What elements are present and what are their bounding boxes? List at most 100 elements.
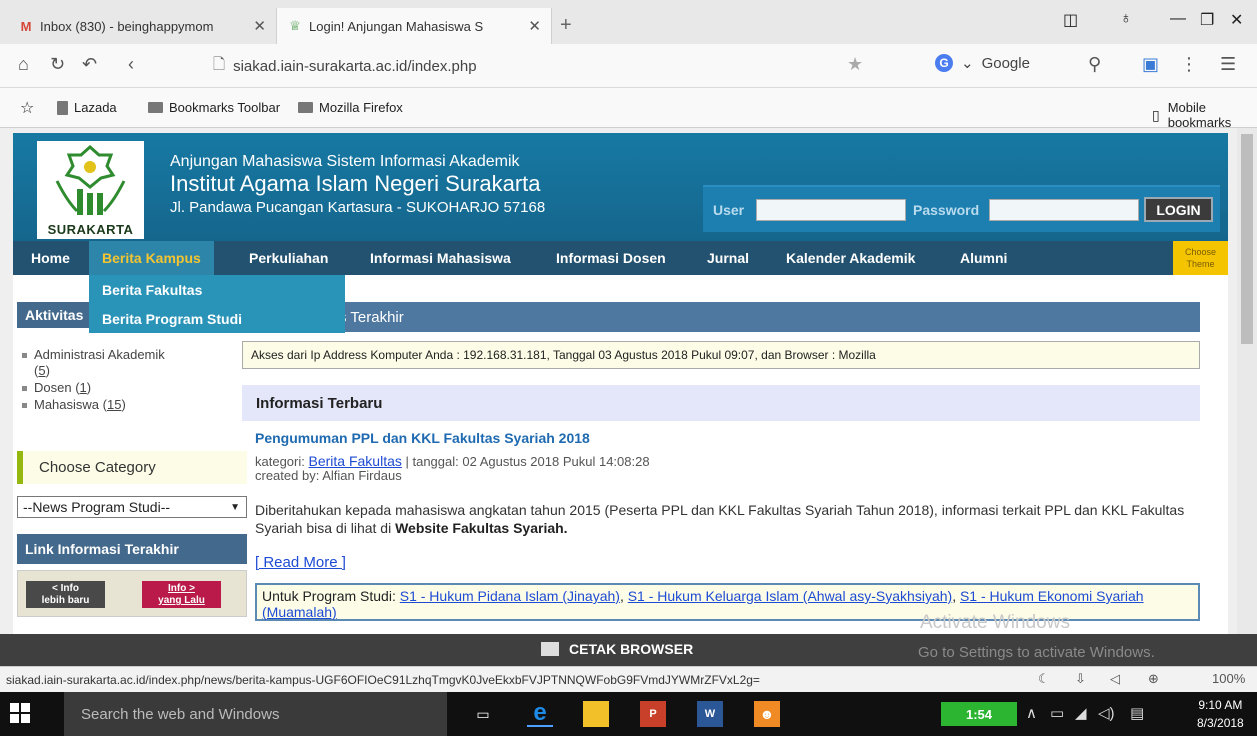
mobile-bookmarks[interactable]: ▯ Mobile bookmarks [1152, 100, 1257, 130]
bookmark-lazada[interactable]: Lazada [57, 100, 117, 115]
older-line2: yang Lalu [158, 595, 205, 606]
bookmarks-bar: ☆ Lazada Bookmarks Toolbar Mozilla Firef… [0, 88, 1257, 130]
older-info-button[interactable]: Info > yang Lalu [142, 581, 221, 608]
tab-siakad[interactable]: ♕ Login! Anjungan Mahasiswa S ✕ [276, 8, 552, 44]
bullet-icon [22, 403, 27, 408]
login-button[interactable]: LOGIN [1144, 197, 1213, 222]
dropdown-berita-program-studi[interactable]: Berita Program Studi [89, 304, 345, 333]
list-item: Dosen (1) [22, 380, 222, 396]
task-view-icon[interactable]: ▭ [470, 701, 496, 727]
password-label: Password [913, 202, 980, 218]
back-icon[interactable]: ‹ [128, 54, 134, 75]
activity-count-link[interactable]: 1 [80, 380, 87, 395]
more-icon[interactable]: ⋮ [1180, 54, 1198, 75]
list-item: Administrasi Akademik (5) [22, 347, 222, 379]
menu-alumni[interactable]: Alumni [960, 241, 1007, 275]
bookmark-star-icon[interactable]: ☆ [20, 98, 34, 118]
activity-count-link[interactable]: 15 [107, 397, 121, 412]
news-body: Diberitahukan kepada mahasiswa angkatan … [255, 501, 1200, 537]
close-tab-icon[interactable]: ✕ [253, 17, 266, 35]
page-icon: 🗋 [213, 55, 226, 73]
menu-informasi-mahasiswa[interactable]: Informasi Mahasiswa [370, 241, 511, 275]
tray-chevron-icon[interactable]: ∧ [1026, 704, 1037, 722]
new-tab-icon[interactable]: + [560, 14, 572, 37]
undo-icon[interactable]: ↶ [82, 54, 97, 75]
section-title-bar: s Terakhir [242, 302, 1200, 332]
night-mode-icon[interactable]: ☾ [1038, 671, 1050, 687]
file-explorer-icon[interactable] [583, 701, 609, 727]
activity-label: Administrasi Akademik (5) [34, 347, 165, 378]
list-item: Mahasiswa (15) [22, 397, 222, 413]
scrollbar-thumb[interactable] [1241, 134, 1253, 344]
search-engine-box[interactable]: G ⌄ Google [935, 54, 1030, 72]
powerpoint-icon[interactable]: P [640, 701, 666, 727]
user-input[interactable] [756, 199, 906, 221]
menu-icon[interactable]: ☰ [1220, 54, 1236, 75]
close-window-icon[interactable]: ✕ [1230, 10, 1243, 30]
battery-indicator[interactable]: 1:54 [941, 702, 1017, 726]
extension-box-icon[interactable]: ▣ [1142, 54, 1159, 75]
news-title-link[interactable]: Pengumuman PPL dan KKL Fakultas Syariah … [255, 430, 590, 446]
volume-icon[interactable]: ◁) [1098, 704, 1115, 722]
uc-browser-icon[interactable]: ☻ [754, 701, 780, 727]
website-link[interactable]: Website Fakultas Syariah. [395, 520, 567, 536]
close-tab-icon[interactable]: ✕ [528, 17, 541, 35]
site-header: SURAKARTA Anjungan Mahasiswa Sistem Info… [13, 133, 1228, 241]
category-link[interactable]: Berita Fakultas [309, 453, 402, 469]
search-icon[interactable]: ⚲ [1088, 54, 1101, 75]
theme-line1: Choose [1184, 247, 1217, 257]
page-scrollbar[interactable] [1237, 128, 1257, 634]
zoom-level[interactable]: 100% [1212, 671, 1245, 686]
battery-icon[interactable]: ▭ [1050, 704, 1064, 722]
bookmark-label: Lazada [74, 100, 117, 115]
reload-icon[interactable]: ↻ [50, 54, 65, 75]
menu-informasi-dosen[interactable]: Informasi Dosen [556, 241, 666, 275]
wifi-icon[interactable]: ◢ [1075, 704, 1087, 722]
address-bar[interactable]: 🗋 siakad.iain-surakarta.ac.id/index.php [213, 53, 873, 79]
menu-kalender-akademik[interactable]: Kalender Akademik [786, 241, 915, 275]
password-input[interactable] [989, 199, 1139, 221]
maximize-icon[interactable]: ❐ [1200, 10, 1214, 30]
download-icon[interactable]: ⇩ [1075, 671, 1086, 687]
menu-jurnal[interactable]: Jurnal [707, 241, 749, 275]
home-icon[interactable]: ⌂ [18, 54, 29, 75]
edge-icon[interactable]: e [527, 699, 553, 727]
tab-grid-icon[interactable]: ◫ [1063, 10, 1078, 30]
sound-icon[interactable]: ◁ [1110, 671, 1120, 687]
clock[interactable]: 9:10 AM 8/3/2018 [1197, 696, 1244, 732]
choose-theme-button[interactable]: Choose Theme [1173, 241, 1228, 275]
bookmark-toolbar[interactable]: Bookmarks Toolbar [148, 100, 280, 115]
clock-time: 9:10 AM [1198, 698, 1243, 712]
bookmark-firefox[interactable]: Mozilla Firefox [298, 100, 403, 115]
menu-perkuliahan[interactable]: Perkuliahan [249, 241, 328, 275]
extension-icon[interactable]: ♁ [1120, 10, 1132, 28]
choose-category-title: Choose Category [17, 451, 247, 484]
newer-info-button[interactable]: < Info lebih baru [26, 581, 105, 608]
category-select-value: --News Program Studi-- [23, 499, 171, 515]
bullet-icon [22, 386, 27, 391]
read-more-link[interactable]: [ Read More ] [255, 554, 346, 571]
prodi-link[interactable]: S1 - Hukum Keluarga Islam (Ahwal asy-Sya… [628, 588, 952, 604]
page-icon [57, 100, 68, 115]
category-select[interactable]: --News Program Studi-- ▼ [17, 496, 247, 518]
menu-berita-kampus[interactable]: Berita Kampus [89, 241, 214, 275]
tab-gmail[interactable]: M Inbox (830) - beinghappymom ✕ [8, 8, 276, 44]
menu-home[interactable]: Home [31, 241, 70, 275]
header-title: Institut Agama Islam Negeri Surakarta [170, 171, 541, 196]
taskbar-search[interactable]: Search the web and Windows [64, 692, 447, 736]
login-panel: User Password LOGIN [703, 185, 1220, 232]
word-icon[interactable]: W [697, 701, 723, 727]
gmail-icon: M [20, 18, 32, 34]
zoom-icon[interactable]: ⊕ [1148, 671, 1159, 687]
notification-icon[interactable]: ▤ [1130, 704, 1144, 722]
prodi-link[interactable]: S1 - Hukum Pidana Islam (Jinayah) [400, 588, 620, 604]
minimize-icon[interactable]: — [1170, 10, 1186, 28]
dropdown-berita-fakultas[interactable]: Berita Fakultas [89, 275, 345, 304]
iain-favicon: ♕ [289, 18, 301, 33]
activity-count-link[interactable]: 5 [38, 363, 45, 378]
activity-label: Mahasiswa (15) [34, 397, 126, 412]
header-address: Jl. Pandawa Pucangan Kartasura - SUKOHAR… [170, 199, 546, 216]
windows-start-icon[interactable] [10, 703, 30, 723]
cetak-browser-button[interactable]: CETAK BROWSER [541, 641, 693, 657]
star-icon[interactable]: ★ [847, 54, 863, 75]
